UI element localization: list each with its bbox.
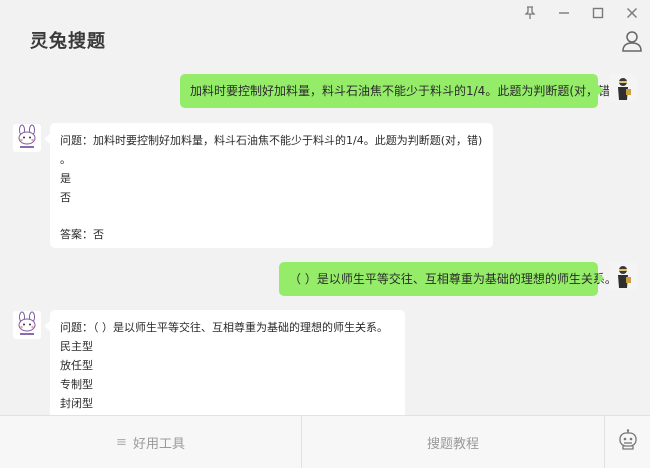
bot-blank-line	[60, 207, 483, 225]
bot-option-line: 封闭型	[60, 397, 93, 410]
user-message-bubble: 加料时要控制好加料量，料斗石油焦不能少于料斗的1/4。此题为判断题(对，错)。	[180, 74, 627, 108]
chat-area[interactable]: 加料时要控制好加料量，料斗石油焦不能少于料斗的1/4。此题为判断题(对，错)。	[0, 62, 650, 415]
bot-option-line: 民主型	[60, 340, 93, 353]
title-bar: 灵兔搜题	[0, 0, 650, 62]
bot-question-line: 问题：（ ）是以师生平等交往、互相尊重为基础的理想的师生关系。	[60, 321, 388, 334]
useful-tools-button[interactable]: ≡ 好用工具	[0, 416, 302, 468]
search-tutorial-label: 搜题教程	[426, 436, 479, 452]
bot-avatar	[13, 311, 41, 339]
bot-option-line: 放任型	[60, 359, 93, 372]
bot-question-line: 。	[60, 153, 71, 166]
minimize-icon[interactable]	[554, 3, 574, 23]
maximize-icon[interactable]	[588, 3, 608, 23]
bot-option-line: 专制型	[60, 378, 93, 391]
bot-message-bubble: 问题：（ ）是以师生平等交往、互相尊重为基础的理想的师生关系。 民主型 放任型 …	[44, 310, 405, 415]
bot-question-line: 问题：加料时要控制好加料量，料斗石油焦不能少于料斗的1/4。此题为判断题(对，错…	[60, 134, 483, 147]
robot-button[interactable]	[605, 416, 650, 468]
user-message-text: 加料时要控制好加料量，料斗石油焦不能少于料斗的1/4。此题为判断题(对，错)。	[190, 84, 627, 98]
pin-icon[interactable]	[520, 3, 540, 23]
bot-option-line: 否	[60, 191, 71, 204]
robot-icon	[618, 429, 638, 455]
bot-avatar	[13, 124, 41, 152]
bottom-toolbar: ≡ 好用工具 搜题教程	[0, 415, 650, 468]
bot-answer-line: 答案：否	[60, 228, 104, 241]
bot-option-line: 是	[60, 172, 71, 185]
user-avatar	[609, 262, 637, 290]
search-tutorial-button[interactable]: 搜题教程	[302, 416, 605, 468]
app-window: 灵兔搜题 加料时要控制好加料量，料斗石油焦不能少于料斗的1/4。此题为判断题(对…	[0, 0, 650, 468]
menu-icon: ≡	[116, 434, 127, 450]
useful-tools-label: 好用工具	[132, 436, 185, 452]
user-message-bubble: （ ）是以师生平等交往、互相尊重为基础的理想的师生关系。	[279, 262, 617, 296]
app-title: 灵兔搜题	[30, 31, 106, 52]
user-avatar	[609, 74, 637, 102]
user-profile-icon[interactable]	[620, 29, 644, 53]
close-icon[interactable]	[622, 3, 642, 23]
bot-message-bubble: 问题：加料时要控制好加料量，料斗石油焦不能少于料斗的1/4。此题为判断题(对，错…	[44, 123, 493, 248]
user-message-text: （ ）是以师生平等交往、互相尊重为基础的理想的师生关系。	[289, 272, 617, 286]
